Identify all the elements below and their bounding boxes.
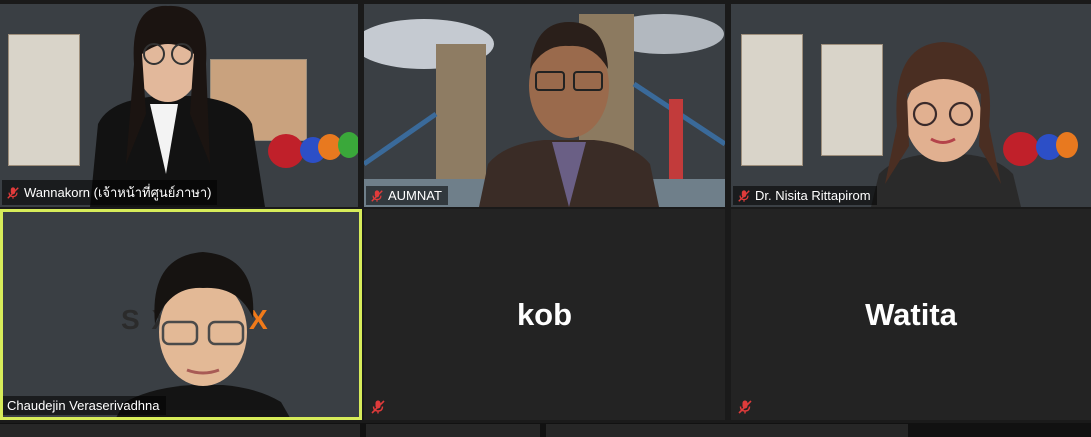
microphone-muted-icon bbox=[7, 186, 19, 199]
participant-tile-chaudejin[interactable]: S X X X Chaudejin Veraserivadhna bbox=[0, 209, 362, 420]
participant-name-label: Wannakorn (เจ้าหน้าที่ศูนย์ภาษา) bbox=[2, 180, 218, 205]
microphone-muted-icon bbox=[371, 189, 383, 202]
decor-ball bbox=[1056, 132, 1078, 158]
participant-name: Chaudejin Veraserivadhna bbox=[7, 398, 160, 413]
participant-tile-nisita[interactable]: Dr. Nisita Rittapirom bbox=[731, 4, 1091, 207]
microphone-muted-icon bbox=[371, 400, 385, 414]
participant-tile-wannakorn[interactable]: Wannakorn (เจ้าหน้าที่ศูนย์ภาษา) bbox=[0, 4, 358, 207]
participant-video-person bbox=[479, 22, 659, 207]
participant-name-placeholder: kob bbox=[516, 296, 573, 332]
participant-tile-watita[interactable]: Watita bbox=[731, 209, 1091, 420]
participant-name: Dr. Nisita Rittapirom bbox=[755, 188, 871, 203]
decor-ball bbox=[338, 132, 358, 158]
participant-name: Wannakorn (เจ้าหน้าที่ศูนย์ภาษา) bbox=[24, 185, 212, 200]
participant-video-person bbox=[90, 5, 265, 207]
next-row-tile[interactable] bbox=[546, 424, 908, 437]
bookshelf bbox=[741, 34, 803, 166]
next-row-tile[interactable] bbox=[0, 424, 360, 437]
participant-video-person bbox=[871, 42, 1021, 207]
participant-name-label: Chaudejin Veraserivadhna bbox=[3, 396, 166, 415]
participant-video-person bbox=[116, 252, 290, 417]
next-row-tile[interactable] bbox=[366, 424, 540, 437]
microphone-muted-icon bbox=[738, 189, 750, 202]
participant-name-label: AUMNAT bbox=[366, 186, 448, 205]
participant-tile-aumnat[interactable]: AUMNAT bbox=[364, 4, 725, 207]
microphone-muted-icon bbox=[738, 400, 752, 414]
participant-name: AUMNAT bbox=[388, 188, 442, 203]
participant-tile-kob[interactable]: kob bbox=[364, 209, 725, 420]
participant-name-placeholder: Watita bbox=[865, 296, 957, 332]
participant-name-label: Dr. Nisita Rittapirom bbox=[733, 186, 877, 205]
